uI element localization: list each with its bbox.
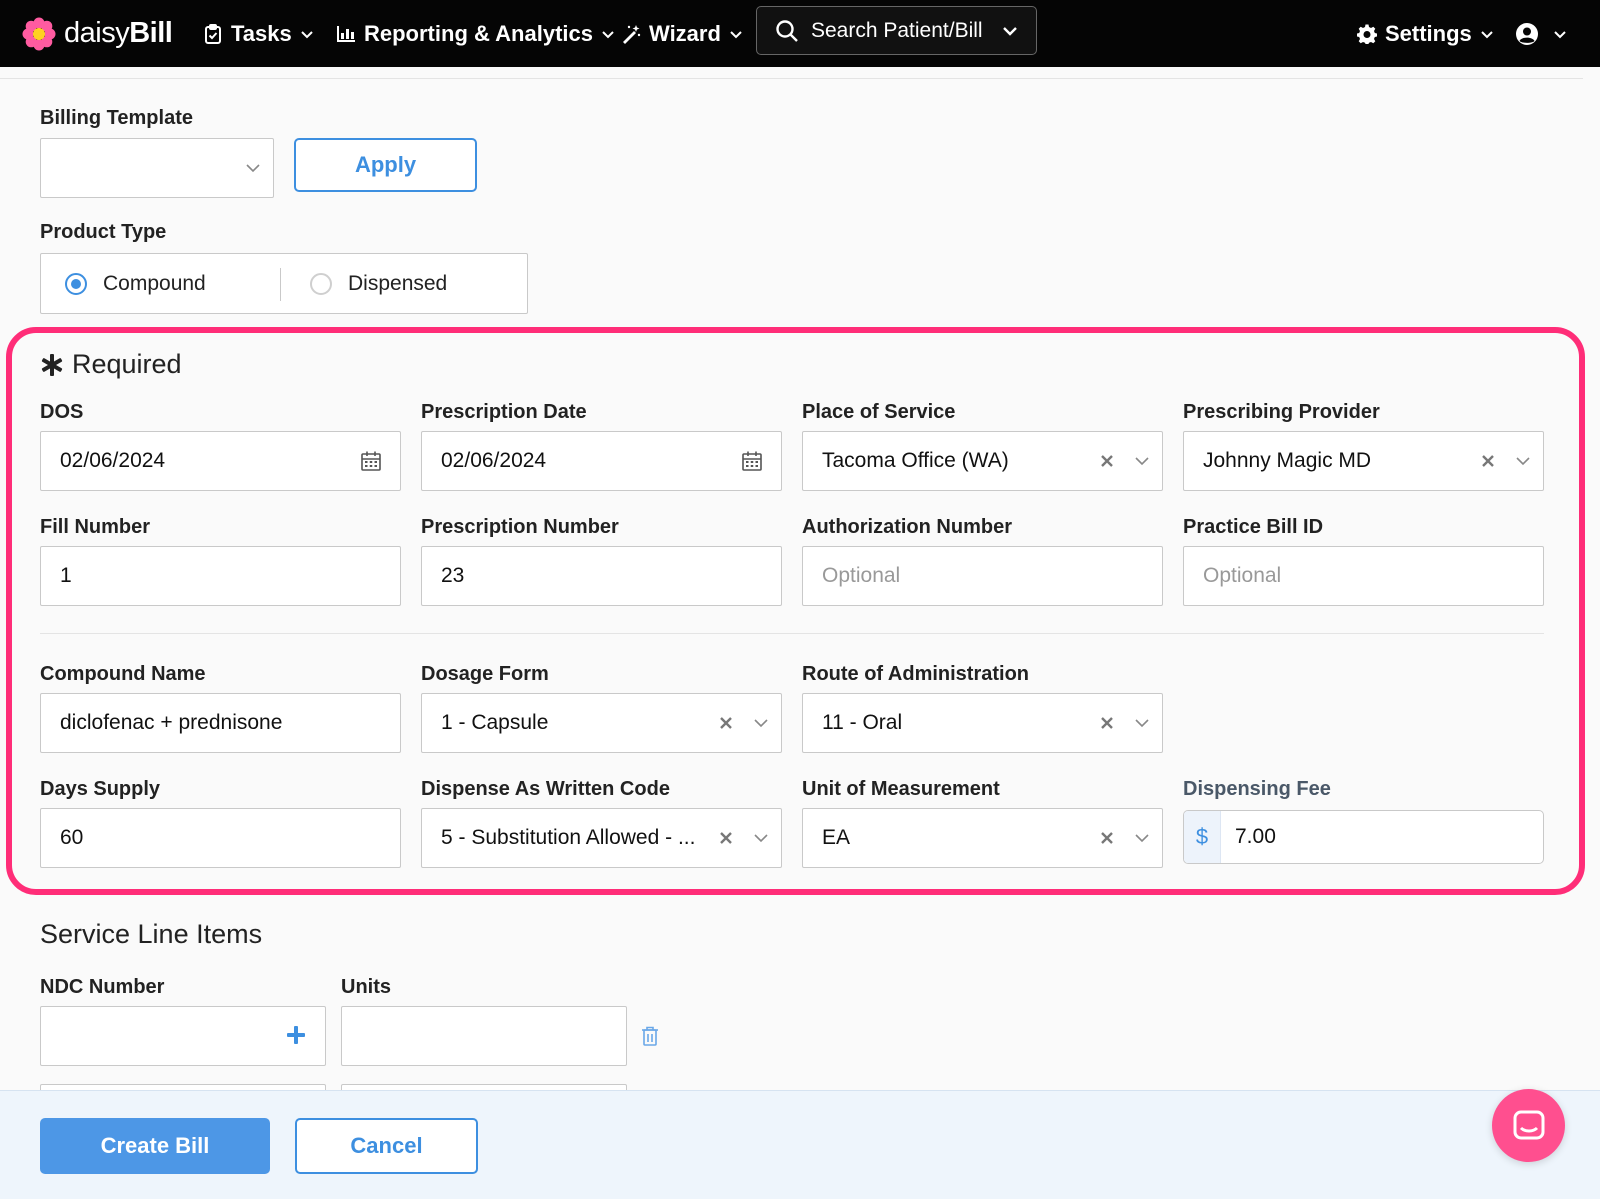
clear-x-icon[interactable]	[1479, 452, 1497, 470]
product-type-label: Product Type	[40, 221, 167, 243]
section-divider	[40, 633, 1544, 634]
service-line-items-heading: Service Line Items	[40, 919, 263, 949]
chevron-down-icon	[602, 30, 614, 38]
daisy-logo-icon	[22, 17, 56, 50]
compound-name-input[interactable]: diclofenac + prednisone	[40, 693, 401, 753]
chevron-down-icon	[730, 30, 742, 38]
clear-x-icon[interactable]	[717, 714, 735, 732]
search-icon	[776, 19, 798, 42]
prescription-number-input[interactable]: 23	[421, 546, 782, 606]
fill-number-input[interactable]: 1	[40, 546, 401, 606]
user-avatar-icon	[1516, 22, 1538, 45]
clear-x-icon[interactable]	[1098, 714, 1116, 732]
dosage-form-select[interactable]: 1 - Capsule	[421, 693, 782, 753]
cancel-button[interactable]: Cancel	[295, 1118, 478, 1174]
chevron-down-icon	[1481, 30, 1493, 38]
chevron-down-icon	[1554, 30, 1566, 38]
asterisk-icon	[41, 353, 63, 376]
billing-template-select[interactable]	[40, 138, 274, 198]
place-of-service-label: Place of Service	[802, 401, 956, 423]
daw-code-select[interactable]: 5 - Substitution Allowed - ...	[421, 808, 782, 868]
route-label: Route of Administration	[802, 663, 1030, 685]
daw-code-label: Dispense As Written Code	[421, 778, 670, 800]
calendar-icon[interactable]	[741, 450, 763, 472]
calendar-icon[interactable]	[360, 450, 382, 472]
radio-compound[interactable]: Compound	[65, 254, 206, 313]
brand[interactable]: daisyBill	[22, 0, 173, 67]
plus-icon[interactable]	[285, 1024, 307, 1046]
chevron-down-icon	[246, 164, 260, 173]
authorization-number-input[interactable]: Optional	[802, 546, 1163, 606]
clear-x-icon[interactable]	[1098, 829, 1116, 847]
user-menu[interactable]	[1515, 0, 1567, 67]
chevron-down-icon	[1516, 457, 1530, 466]
chevron-down-icon	[1135, 457, 1149, 466]
practice-bill-id-label: Practice Bill ID	[1183, 516, 1324, 538]
dispensing-fee-label: Dispensing Fee	[1183, 778, 1331, 800]
gear-icon	[1357, 24, 1377, 44]
practice-bill-id-input[interactable]: Optional	[1183, 546, 1544, 606]
clear-x-icon[interactable]	[717, 829, 735, 847]
days-supply-label: Days Supply	[40, 778, 161, 800]
bar-chart-icon	[337, 25, 355, 42]
search-patient-bill[interactable]: Search Patient/Bill	[756, 6, 1037, 55]
clear-x-icon[interactable]	[1098, 452, 1116, 470]
chevron-down-icon	[754, 834, 768, 843]
prescription-date-field[interactable]: 02/06/2024	[421, 431, 782, 491]
radio-selected-icon	[65, 272, 87, 295]
content-divider	[0, 78, 1583, 79]
authorization-number-label: Authorization Number	[802, 516, 1012, 538]
billing-template-label: Billing Template	[40, 107, 193, 129]
fill-number-label: Fill Number	[40, 516, 151, 538]
nav-wizard[interactable]: Wizard	[621, 0, 743, 67]
nav-tasks[interactable]: Tasks	[203, 0, 314, 67]
route-select[interactable]: 11 - Oral	[802, 693, 1163, 753]
chevron-down-icon	[754, 719, 768, 728]
days-supply-input[interactable]: 60	[40, 808, 401, 868]
chevron-down-icon	[1135, 719, 1149, 728]
dos-field[interactable]: 02/06/2024	[40, 431, 401, 491]
create-bill-button[interactable]: Create Bill	[40, 1118, 270, 1174]
place-of-service-select[interactable]: Tacoma Office (WA)	[802, 431, 1163, 491]
chevron-down-icon	[301, 30, 313, 38]
chat-icon	[1513, 1110, 1544, 1139]
unit-select[interactable]: EA	[802, 808, 1163, 868]
radio-separator	[280, 268, 281, 301]
clipboard-check-icon	[205, 23, 221, 44]
ndc-number-input[interactable]	[40, 1006, 326, 1066]
chevron-down-icon	[1135, 834, 1149, 843]
dosage-form-label: Dosage Form	[421, 663, 549, 685]
apply-button[interactable]: Apply	[294, 138, 477, 192]
required-heading: Required	[40, 349, 182, 380]
trash-icon[interactable]	[640, 1025, 660, 1047]
radio-unselected-icon	[310, 272, 332, 295]
unit-label: Unit of Measurement	[802, 778, 1000, 800]
radio-dispensed[interactable]: Dispensed	[310, 254, 447, 313]
prescribing-provider-label: Prescribing Provider	[1183, 401, 1380, 423]
magic-wand-icon	[623, 24, 641, 44]
nav-reporting[interactable]: Reporting & Analytics	[336, 0, 615, 67]
compound-name-label: Compound Name	[40, 663, 206, 685]
units-input[interactable]	[341, 1006, 627, 1066]
prescription-number-label: Prescription Number	[421, 516, 619, 538]
top-navbar: daisyBill Tasks Reporting & Analytics Wi…	[0, 0, 1600, 67]
ndc-number-label: NDC Number	[40, 976, 165, 998]
prescription-date-label: Prescription Date	[421, 401, 587, 423]
dos-label: DOS	[40, 401, 84, 423]
units-label: Units	[341, 976, 391, 998]
nav-settings[interactable]: Settings	[1357, 0, 1494, 67]
dispensing-fee-input[interactable]: $ 7.00	[1183, 810, 1544, 864]
dollar-prefix: $	[1184, 811, 1221, 863]
chat-launcher-button[interactable]	[1492, 1089, 1565, 1162]
chevron-down-icon	[1003, 26, 1017, 36]
product-type-radio-group: Compound Dispensed	[40, 253, 528, 314]
prescribing-provider-select[interactable]: Johnny Magic MD	[1183, 431, 1544, 491]
